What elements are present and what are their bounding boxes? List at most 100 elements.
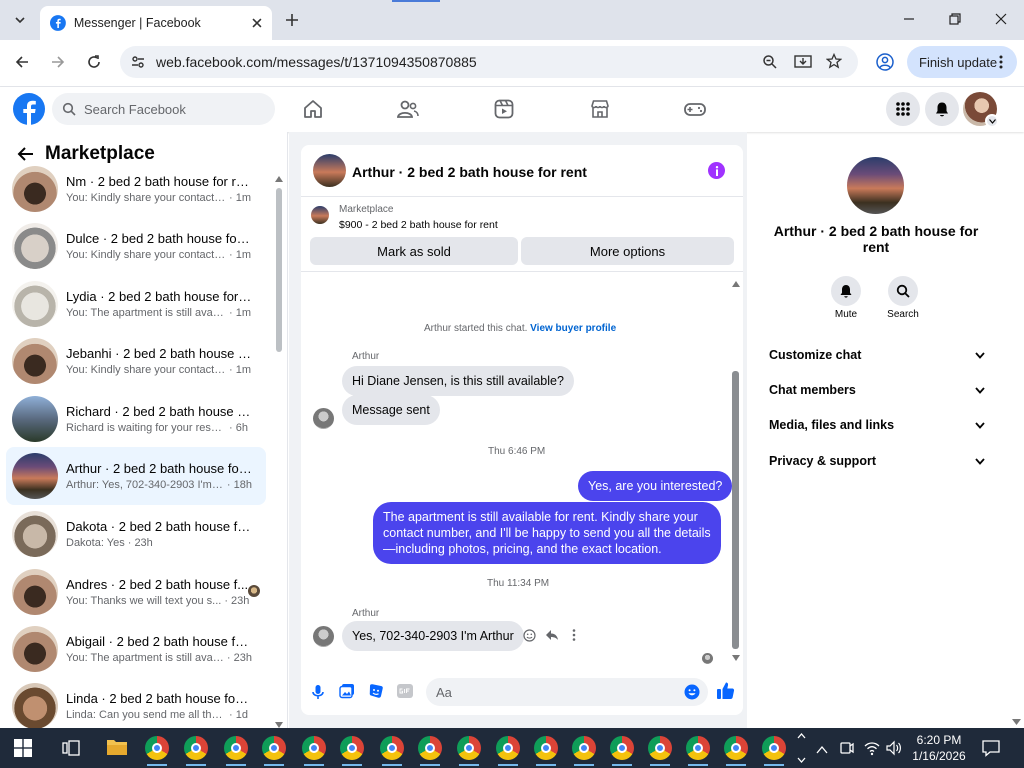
conversation-avatar[interactable] (313, 154, 346, 187)
close-tab-icon[interactable] (252, 18, 262, 28)
conversation-title[interactable]: Arthur · 2 bed 2 bath house for rent (352, 164, 587, 180)
taskbar-overflow[interactable] (797, 732, 806, 767)
task-view-button[interactable] (62, 739, 80, 760)
voice-clip-button[interactable] (311, 684, 325, 703)
emoji-icon[interactable] (684, 684, 700, 700)
nav-video[interactable] (484, 93, 524, 125)
chrome-taskbar-icon[interactable] (340, 736, 364, 766)
chrome-taskbar-icon[interactable] (380, 736, 404, 766)
chat-list-item[interactable]: Dulce · 2 bed 2 bath house for r... You: … (6, 217, 266, 275)
tab-search-button[interactable] (8, 8, 32, 32)
chrome-taskbar-icon[interactable] (145, 736, 169, 766)
restore-button[interactable] (948, 12, 962, 29)
page-scroll-down[interactable] (1012, 713, 1021, 728)
chrome-taskbar-icon[interactable] (572, 736, 596, 766)
incoming-message[interactable]: Yes, 702-340-2903 I'm Arthur (342, 621, 524, 651)
more-options-button[interactable]: More options (521, 237, 734, 265)
network-button[interactable] (864, 740, 880, 759)
bookmark-star-icon[interactable] (826, 53, 842, 69)
customize-chat-section[interactable]: Customize chat (769, 344, 985, 366)
chrome-taskbar-icon[interactable] (534, 736, 558, 766)
nav-friends[interactable] (388, 93, 428, 125)
chat-list-item[interactable]: Arthur · 2 bed 2 bath house for ... Arthu… (6, 447, 266, 505)
mute-button[interactable] (831, 276, 861, 306)
view-buyer-profile-link[interactable]: View buyer profile (530, 323, 616, 334)
reply-button[interactable] (545, 629, 559, 644)
send-like-button[interactable] (716, 681, 735, 703)
chat-list-scrollbar-thumb[interactable] (276, 188, 282, 352)
action-center-button[interactable] (982, 739, 1000, 760)
chrome-taskbar-icon[interactable] (224, 736, 248, 766)
sender-avatar[interactable] (313, 408, 334, 429)
chrome-taskbar-icon[interactable] (678, 728, 718, 768)
chat-list-item[interactable]: Lydia · 2 bed 2 bath house for r... You: … (6, 275, 266, 333)
close-window-button[interactable] (994, 12, 1008, 29)
profile-button[interactable] (876, 53, 894, 74)
install-app-icon[interactable] (794, 54, 812, 70)
show-hidden-icons[interactable] (816, 742, 828, 757)
forward-button[interactable] (50, 54, 66, 73)
chat-list-item[interactable]: Dakota · 2 bed 2 bath house for... Dakota… (6, 505, 266, 563)
gif-button[interactable] (397, 684, 413, 698)
sticker-button[interactable] (368, 683, 384, 702)
zoom-icon[interactable] (762, 54, 778, 70)
tray-app-button[interactable] (840, 740, 854, 759)
file-explorer-button[interactable] (106, 737, 128, 760)
chrome-taskbar-icon[interactable] (496, 736, 520, 766)
chrome-taskbar-icon[interactable] (184, 736, 208, 766)
facebook-logo[interactable] (12, 92, 46, 129)
chrome-taskbar-icon[interactable] (648, 736, 672, 766)
notifications-button[interactable] (925, 92, 959, 126)
chrome-taskbar-icon[interactable] (457, 736, 481, 766)
new-tab-button[interactable] (284, 12, 300, 31)
incoming-message[interactable]: Message sent (342, 395, 440, 425)
minimize-button[interactable] (902, 12, 916, 29)
nav-home[interactable] (293, 93, 333, 125)
outgoing-message[interactable]: The apartment is still available for ren… (373, 502, 721, 564)
chat-list-item[interactable]: Jebanhi · 2 bed 2 bath house fo... You: K… (6, 332, 266, 390)
reload-button[interactable] (86, 54, 102, 73)
mark-as-sold-button[interactable]: Mark as sold (310, 237, 518, 265)
system-clock[interactable]: 6:20 PM 1/16/2026 (904, 732, 974, 764)
details-avatar[interactable] (847, 157, 904, 214)
volume-button[interactable] (886, 740, 902, 759)
message-input[interactable]: Aa (426, 678, 708, 706)
listing-text[interactable]: $900 - 2 bed 2 bath house for rent (339, 219, 498, 231)
site-info-icon[interactable] (130, 54, 146, 70)
privacy-support-section[interactable]: Privacy & support (769, 450, 985, 472)
back-button[interactable] (14, 54, 30, 73)
attach-photo-button[interactable] (339, 683, 355, 702)
listing-thumbnail[interactable] (311, 206, 329, 224)
finish-update-button[interactable]: Finish update (907, 46, 1017, 78)
nav-gaming[interactable] (675, 93, 715, 125)
chrome-taskbar-icon[interactable] (418, 736, 442, 766)
search-conversation-button[interactable] (888, 276, 918, 306)
incoming-message[interactable]: Hi Diane Jensen, is this still available… (342, 366, 574, 396)
chrome-taskbar-icon[interactable] (262, 736, 286, 766)
chat-list-scrollbar[interactable] (274, 172, 284, 728)
chat-list-item[interactable]: Andres · 2 bed 2 bath house f... You: Tha… (6, 563, 266, 621)
address-bar[interactable]: web.facebook.com/messages/t/137109435087… (120, 46, 858, 78)
more-actions-button[interactable] (572, 629, 576, 644)
react-button[interactable] (523, 629, 536, 645)
start-button[interactable] (14, 739, 32, 760)
menu-button[interactable] (886, 92, 920, 126)
chrome-taskbar-icon[interactable] (724, 736, 748, 766)
chrome-taskbar-icon[interactable] (762, 736, 786, 766)
account-menu-button[interactable] (985, 114, 999, 128)
browser-tab[interactable]: Messenger | Facebook (40, 6, 272, 40)
chat-list-item[interactable]: Nm · 2 bed 2 bath house for rent You: Kin… (6, 160, 266, 218)
chat-members-section[interactable]: Chat members (769, 379, 985, 401)
media-files-links-section[interactable]: Media, files and links (769, 414, 985, 436)
sender-avatar[interactable] (313, 626, 334, 647)
nav-marketplace[interactable] (580, 93, 620, 125)
chrome-taskbar-icon[interactable] (302, 736, 326, 766)
chrome-taskbar-icon[interactable] (610, 736, 634, 766)
chat-list-item[interactable]: Abigail · 2 bed 2 bath house for... You: … (6, 620, 266, 678)
outgoing-message[interactable]: Yes, are you interested? (578, 471, 733, 501)
facebook-search-input[interactable]: Search Facebook (52, 93, 275, 125)
chat-list-item[interactable]: Richard · 2 bed 2 bath house fo... Richar… (6, 390, 266, 448)
chat-list-item[interactable]: Linda · 2 bed 2 bath house for r... Linda… (6, 677, 266, 728)
messages-scrollbar[interactable] (731, 281, 741, 663)
conversation-info-button[interactable] (708, 162, 725, 179)
